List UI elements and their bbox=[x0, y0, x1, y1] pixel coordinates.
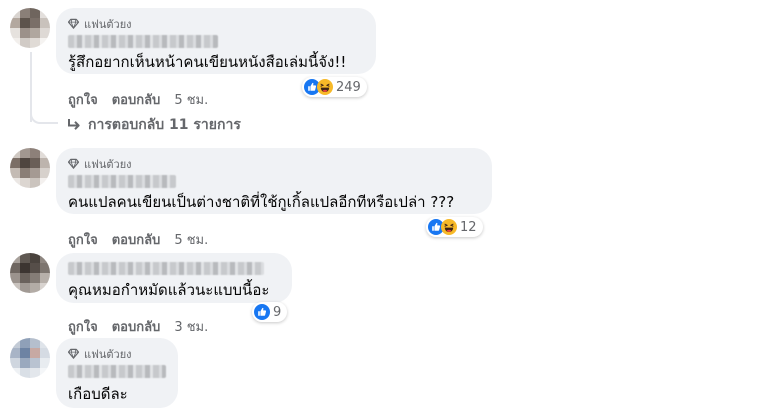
top-fan-badge[interactable]: แฟนตัวยง bbox=[68, 156, 480, 171]
reaction-count: 249 bbox=[336, 79, 361, 95]
haha-icon bbox=[317, 79, 333, 95]
comment-text: คุณหมอกำหมัดแล้วนะแบบนี้อะ bbox=[68, 281, 270, 299]
avatar[interactable] bbox=[10, 338, 50, 378]
diamond-icon bbox=[68, 18, 79, 29]
like-button[interactable]: ถูกใจ bbox=[68, 316, 98, 337]
diamond-icon bbox=[68, 348, 79, 359]
reply-button[interactable]: ตอบกลับ bbox=[112, 229, 161, 250]
timestamp[interactable]: 3 ชม. bbox=[174, 316, 208, 337]
reply-button[interactable]: ตอบกลับ bbox=[112, 89, 161, 110]
comment-actions: ถูกใจ ตอบกลับ 5 ชม. bbox=[68, 229, 208, 250]
avatar[interactable] bbox=[10, 8, 50, 48]
comment-actions: ถูกใจ ตอบกลับ 3 ชม. bbox=[68, 316, 208, 337]
thread-connector bbox=[30, 100, 58, 124]
reply-button[interactable]: ตอบกลับ bbox=[112, 316, 161, 337]
author-name-redacted[interactable] bbox=[68, 365, 166, 378]
diamond-icon bbox=[68, 158, 79, 169]
author-name-redacted[interactable] bbox=[68, 262, 264, 275]
comment-text: เกือบดีละ bbox=[68, 385, 128, 403]
like-button[interactable]: ถูกใจ bbox=[68, 229, 98, 250]
comment-text: คนแปลคนเขียนเป็นต่างชาติที่ใช้กูเกิ้ลแปล… bbox=[68, 193, 455, 211]
author-name-redacted[interactable] bbox=[68, 35, 218, 48]
badge-label: แฟนตัวยง bbox=[84, 157, 132, 171]
reaction-summary[interactable]: 249 bbox=[302, 77, 367, 97]
comment-actions: ถูกใจ ตอบกลับ 5 ชม. bbox=[68, 89, 208, 110]
haha-icon bbox=[441, 219, 457, 235]
replies-label: การตอบกลับ 11 รายการ bbox=[88, 117, 241, 133]
comment-bubble: แฟนตัวยง รู้สึกอยากเห็นหน้าคนเขียนหนังสื… bbox=[56, 8, 376, 74]
badge-label: แฟนตัวยง bbox=[84, 347, 132, 361]
view-replies-link[interactable]: การตอบกลับ 11 รายการ bbox=[66, 114, 241, 136]
like-icon bbox=[254, 304, 270, 320]
top-fan-badge[interactable]: แฟนตัวยง bbox=[68, 16, 364, 31]
avatar[interactable] bbox=[10, 253, 50, 293]
comment-bubble: แฟนตัวยง คนแปลคนเขียนเป็นต่างชาติที่ใช้ก… bbox=[56, 148, 492, 214]
comment-bubble: แฟนตัวยง เกือบดีละ bbox=[56, 338, 178, 408]
timestamp[interactable]: 5 ชม. bbox=[174, 89, 208, 110]
avatar[interactable] bbox=[10, 148, 50, 188]
reaction-summary[interactable]: 12 bbox=[426, 217, 483, 237]
reply-arrow-icon bbox=[68, 119, 80, 130]
top-fan-badge[interactable]: แฟนตัวยง bbox=[68, 346, 166, 361]
author-name-redacted[interactable] bbox=[68, 175, 176, 188]
reaction-count: 12 bbox=[460, 219, 477, 235]
like-button[interactable]: ถูกใจ bbox=[68, 89, 98, 110]
badge-label: แฟนตัวยง bbox=[84, 17, 132, 31]
reaction-count: 9 bbox=[273, 304, 282, 320]
reaction-summary[interactable]: 9 bbox=[252, 302, 288, 322]
comment-bubble: คุณหมอกำหมัดแล้วนะแบบนี้อะ bbox=[56, 253, 292, 303]
timestamp[interactable]: 5 ชม. bbox=[174, 229, 208, 250]
comment-text: รู้สึกอยากเห็นหน้าคนเขียนหนังสือเล่มนี้จ… bbox=[68, 53, 347, 71]
